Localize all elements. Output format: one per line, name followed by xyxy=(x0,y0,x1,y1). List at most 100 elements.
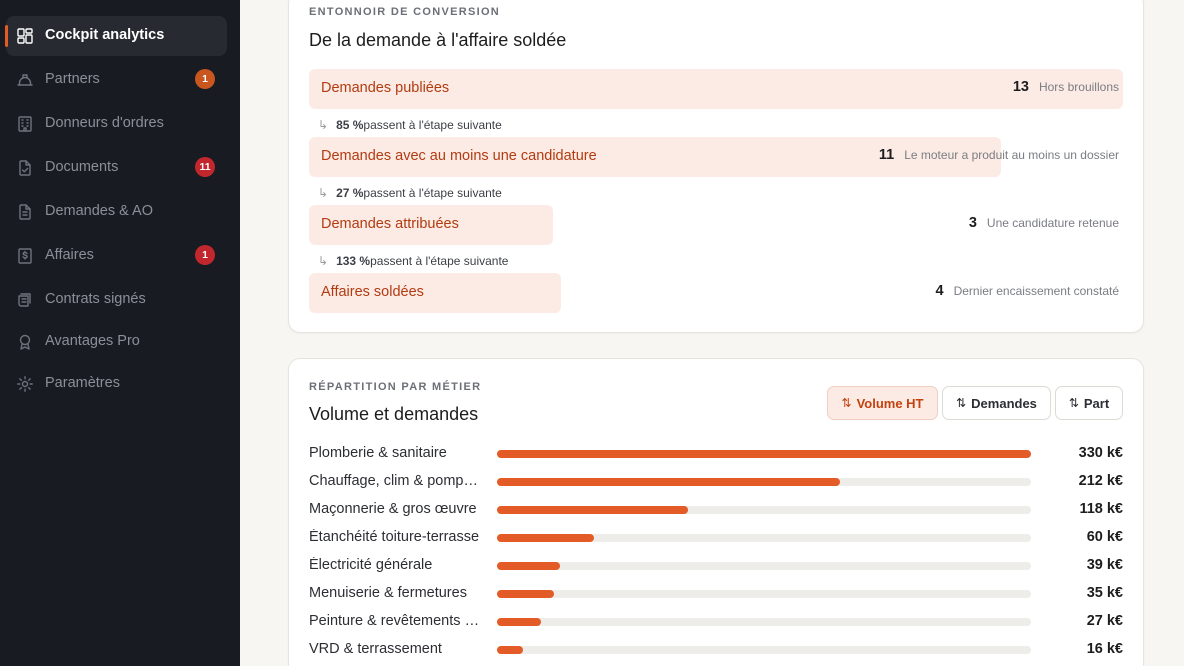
metier-bar-track xyxy=(497,618,1031,626)
metier-bar-fill xyxy=(497,618,541,626)
funnel-stage-label: Demandes attribuées xyxy=(321,216,459,232)
gear-icon xyxy=(16,375,34,393)
step-percentage: 133 % xyxy=(336,254,371,268)
metier-bar-track xyxy=(497,478,1031,486)
award-icon xyxy=(16,333,34,351)
notification-badge: 1 xyxy=(195,245,215,265)
hardhat-icon xyxy=(16,71,34,89)
toggle-label: Demandes xyxy=(971,395,1037,411)
metier-value: 16 k€ xyxy=(1086,641,1123,657)
sidebar-item-label: Cockpit analytics xyxy=(45,27,165,43)
metier-label: Menuiserie & fermetures xyxy=(309,585,467,601)
scroll-icon xyxy=(16,291,34,309)
metier-label: Chauffage, clim & pompes à chaleur xyxy=(309,473,485,489)
toggle-label: Part xyxy=(1083,395,1110,411)
funnel-stage-label: Affaires soldées xyxy=(321,284,424,300)
funnel-stage-label: Demandes publiées xyxy=(321,80,450,96)
funnel-stage-count: 13 xyxy=(1012,79,1029,95)
sidebar-item-documents[interactable]: Documents 11 xyxy=(6,148,227,188)
funnel-stage-description: Hors brouillons xyxy=(1038,80,1119,94)
funnel-stage-stats: 11 Le moteur a produit au moins un dossie… xyxy=(879,147,1119,163)
sidebar-item-affaires[interactable]: Affaires 1 xyxy=(6,236,227,276)
metier-row: Étanchéité toiture-terrasse 60 k€ xyxy=(309,524,1123,552)
metier-label: Étanchéité toiture-terrasse xyxy=(309,529,480,545)
toggle-label: Volume HT xyxy=(856,395,924,411)
sidebar-item-demandes-ao[interactable]: Demandes & AO xyxy=(6,192,227,232)
funnel-stage-label: Demandes avec au moins une candidature xyxy=(321,148,597,164)
sidebar: Cockpit analytics Partners 1 Donneurs d'ord… xyxy=(0,0,240,666)
arrow-return-icon: ↳ xyxy=(318,118,329,132)
metier-bar-track xyxy=(497,534,1031,542)
metier-bar-fill xyxy=(497,534,595,542)
metier-row: Électricité générale 39 k€ xyxy=(309,552,1123,580)
funnel-stage-stats: 13 Hors brouillons xyxy=(1013,79,1119,95)
sidebar-item-label: Contrats signés xyxy=(45,291,146,307)
metier-label: Maçonnerie & gros œuvre xyxy=(309,501,477,517)
metier-row: Peinture & revêtements muraux 27 k€ xyxy=(309,608,1123,636)
funnel-stage-count: 4 xyxy=(935,283,944,299)
conversion-funnel-card: ENTONNOIR DE CONVERSION De la demande à … xyxy=(288,0,1144,333)
funnel-stage-count: 3 xyxy=(968,215,977,231)
funnel-stage-description: Le moteur a produit au moins un dossier xyxy=(904,148,1119,162)
sidebar-item-avantages-pro[interactable]: Avantages Pro xyxy=(6,322,227,362)
metier-bar-fill xyxy=(497,590,554,598)
file-text-icon xyxy=(16,203,34,221)
metier-bar-fill xyxy=(497,646,523,654)
metier-bar-track xyxy=(497,590,1031,598)
sidebar-item-cockpit-analytics[interactable]: Cockpit analytics xyxy=(5,16,227,56)
metier-row: Maçonnerie & gros œuvre 118 k€ xyxy=(309,496,1123,524)
funnel-title: De la demande à l'affaire soldée xyxy=(309,30,567,50)
funnel-stage: Demandes publiées 13 Hors brouillons xyxy=(309,69,1123,109)
funnel-stage-stats: 3 Une candidature retenue xyxy=(969,215,1119,231)
arrow-return-icon: ↳ xyxy=(318,186,329,200)
funnel-stage-stats: 4 Dernier encaissement constaté xyxy=(936,283,1120,299)
step-text: passent à l'étape suivante xyxy=(370,254,509,268)
sidebar-item-label: Partners xyxy=(45,71,100,87)
sidebar-item-contrats-signes[interactable]: Contrats signés xyxy=(6,280,227,320)
document-check-icon xyxy=(16,159,34,177)
funnel-stage-description: Dernier encaissement constaté xyxy=(953,284,1119,298)
sort-toggle-demandes[interactable]: ⇅ Demandes xyxy=(942,386,1051,420)
dashboard-icon xyxy=(16,27,34,45)
funnel-stage-count: 11 xyxy=(878,147,895,163)
metier-row: Plomberie & sanitaire 330 k€ xyxy=(309,440,1123,468)
sidebar-item-label: Avantages Pro xyxy=(45,333,140,349)
step-percentage: 27 % xyxy=(336,186,364,200)
metier-bar-track xyxy=(497,646,1031,654)
funnel-stage-description: Une candidature retenue xyxy=(986,216,1119,230)
sidebar-item-label: Affaires xyxy=(45,247,94,263)
step-text: passent à l'étape suivante xyxy=(363,118,502,132)
metier-label: Peinture & revêtements muraux xyxy=(309,613,485,629)
metier-value: 212 k€ xyxy=(1078,473,1123,489)
metier-bar-track xyxy=(497,450,1031,458)
metier-value: 35 k€ xyxy=(1086,585,1123,601)
sort-icon: ⇅ xyxy=(1068,396,1079,410)
notification-badge: 11 xyxy=(195,157,215,177)
sidebar-item-donneurs-d-ordres[interactable]: Donneurs d'ordres xyxy=(6,104,227,144)
sidebar-item-label: Donneurs d'ordres xyxy=(45,115,164,131)
sidebar-item-parametres[interactable]: Paramètres xyxy=(6,364,227,404)
metier-bar-fill xyxy=(497,450,1031,458)
funnel-step-rate: ↳ 133 %passent à l'étape suivante xyxy=(318,254,508,268)
metier-bar-fill xyxy=(497,478,841,486)
funnel-stage: Demandes attribuées 3 Une candidature rete… xyxy=(309,205,1123,245)
metier-row: Chauffage, clim & pompes à chaleur 212 k€ xyxy=(309,468,1123,496)
notification-badge: 1 xyxy=(195,69,215,89)
funnel-eyebrow: ENTONNOIR DE CONVERSION xyxy=(309,6,501,18)
sidebar-item-partners[interactable]: Partners 1 xyxy=(6,60,227,100)
sort-toggle-volume-ht[interactable]: ⇅ Volume HT xyxy=(827,386,938,420)
dollar-file-icon xyxy=(16,247,34,265)
sidebar-item-label: Documents xyxy=(45,159,119,175)
step-percentage: 85 % xyxy=(336,118,364,132)
metier-bar-fill xyxy=(497,562,561,570)
metier-value: 27 k€ xyxy=(1086,613,1123,629)
sidebar-item-label: Demandes & AO xyxy=(45,203,153,219)
sidebar-item-label: Paramètres xyxy=(45,375,120,391)
metier-value: 60 k€ xyxy=(1086,529,1123,545)
metier-value: 118 k€ xyxy=(1079,501,1123,517)
sort-toggle-part[interactable]: ⇅ Part xyxy=(1055,386,1123,420)
repartition-title: Volume et demandes xyxy=(309,404,479,424)
funnel-stage: Demandes avec au moins une candidature 11… xyxy=(309,137,1123,177)
repartition-card: RÉPARTITION PAR MÉTIER Volume et demande… xyxy=(288,358,1144,666)
metier-value: 330 k€ xyxy=(1078,445,1123,461)
